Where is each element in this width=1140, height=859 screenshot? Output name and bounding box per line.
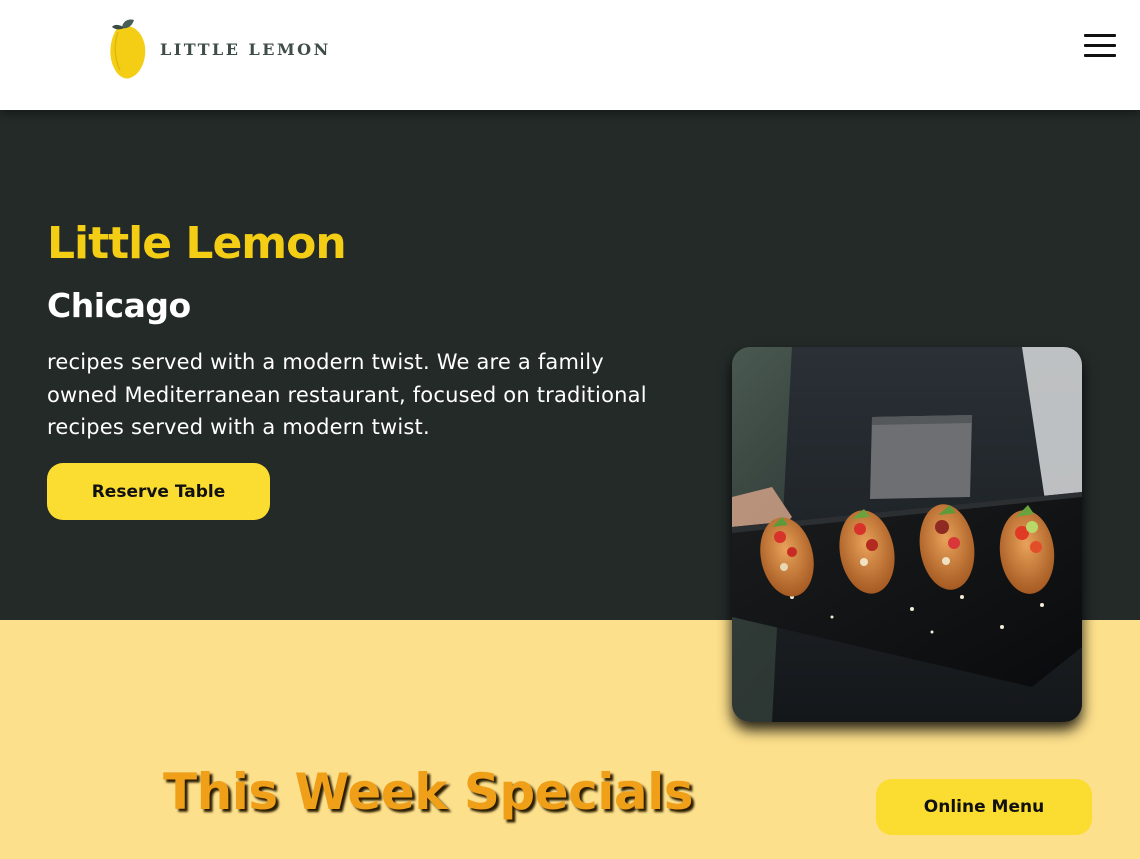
bruschetta-platter-photo — [732, 347, 1082, 722]
reserve-table-button[interactable]: Reserve Table — [47, 463, 270, 520]
lemon-logo-icon — [110, 19, 146, 79]
logo[interactable]: LITTLE LEMON — [108, 16, 331, 80]
online-menu-button[interactable]: Online Menu — [876, 779, 1092, 835]
hero-title: Little Lemon — [47, 218, 347, 269]
hamburger-menu-icon[interactable] — [1084, 34, 1118, 60]
specials-title: This Week Specials — [163, 763, 694, 821]
logo-text: LITTLE LEMON — [160, 39, 331, 59]
hero-subtitle: Chicago — [47, 286, 191, 325]
hero-description: recipes served with a modern twist. We a… — [47, 350, 647, 439]
site-header: LITTLE LEMON — [0, 0, 1140, 110]
